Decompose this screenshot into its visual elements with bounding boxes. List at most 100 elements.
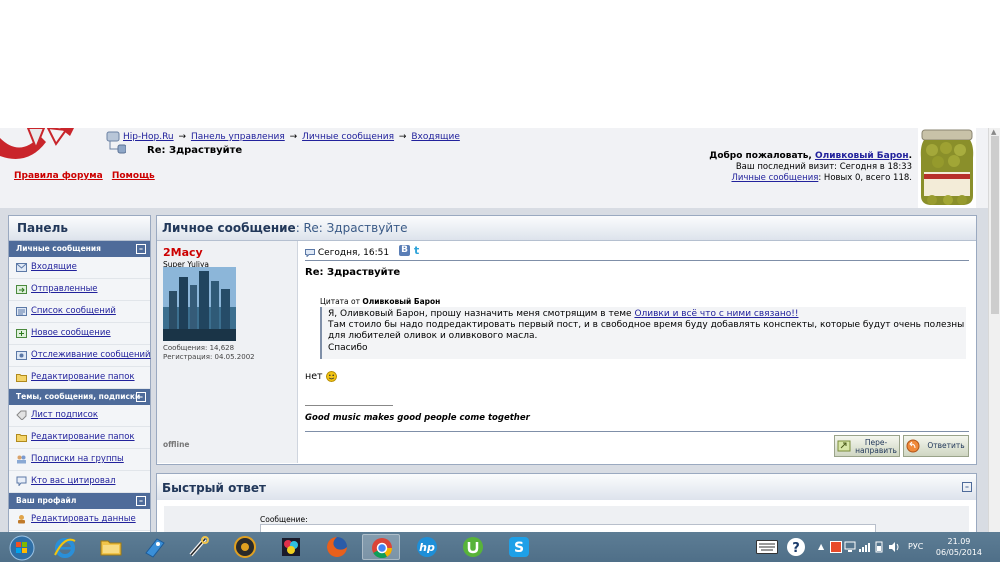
message-panel: Личное сообщение: Re: Здраствуйте 2Macy … bbox=[156, 215, 977, 465]
message-panel-title: Личное сообщение: Re: Здраствуйте bbox=[157, 216, 976, 241]
post-icon bbox=[305, 248, 315, 257]
volume-icon[interactable] bbox=[888, 541, 900, 553]
sidebar-link[interactable]: Подписки на группы bbox=[31, 454, 124, 464]
forward-icon bbox=[837, 440, 851, 452]
sidebar-link[interactable]: Отправленные bbox=[31, 284, 98, 294]
taskbar-app-blue[interactable] bbox=[136, 534, 174, 560]
collapse-icon[interactable]: – bbox=[136, 392, 146, 402]
taskbar-app-tools[interactable] bbox=[180, 534, 218, 560]
pm-link[interactable]: Личные сообщения bbox=[731, 173, 818, 183]
quote-topic-link[interactable]: Оливки и всё что с ними связано!! bbox=[634, 309, 798, 319]
profile-edit-icon bbox=[18, 515, 25, 524]
sidebar-item-new-message[interactable]: Новое сообщение bbox=[9, 323, 150, 345]
sidebar-item-sent[interactable]: Отправленные bbox=[9, 279, 150, 301]
reply-button[interactable]: Ответить bbox=[903, 435, 969, 457]
sidebar-item-inbox[interactable]: Входящие bbox=[9, 257, 150, 279]
reply-label: Ответить bbox=[927, 441, 965, 450]
breadcrumb-separator: → bbox=[289, 132, 298, 142]
sidebar-link[interactable]: Список сообщений bbox=[31, 306, 116, 316]
collapse-icon[interactable]: – bbox=[136, 496, 146, 506]
windows-taskbar: hp S ? ▲ РУС 21.09 06/05/2014 bbox=[0, 532, 1000, 562]
taskbar-app-media-player[interactable] bbox=[226, 534, 264, 560]
sidebar-link[interactable]: Редактирование папок bbox=[31, 432, 135, 442]
forum-logo bbox=[0, 128, 74, 159]
sidebar-link[interactable]: Входящие bbox=[31, 262, 77, 272]
language-indicator[interactable]: РУС bbox=[908, 542, 923, 551]
sidebar-link[interactable]: Редактировать данные bbox=[31, 514, 136, 524]
taskbar-app-skype[interactable]: S bbox=[500, 534, 538, 560]
folder-icon bbox=[16, 434, 27, 442]
quote-block: Я, Оливковый Барон, прошу назначить меня… bbox=[320, 307, 966, 359]
windows-start-icon bbox=[9, 535, 35, 561]
taskbar-app-utorrent[interactable] bbox=[454, 534, 492, 560]
author-name-link[interactable]: 2Macy bbox=[163, 246, 203, 259]
sidebar-link[interactable]: Отслеживание сообщений bbox=[31, 350, 151, 360]
page-scrollbar[interactable]: ▲ bbox=[988, 128, 1000, 532]
help-link[interactable]: Помощь bbox=[112, 171, 155, 181]
taskbar-clock[interactable]: 21.09 06/05/2014 bbox=[936, 536, 982, 558]
sidebar-section-pm[interactable]: Личные сообщения – bbox=[9, 241, 150, 257]
help-icon[interactable]: ? bbox=[786, 536, 806, 558]
breadcrumb: Hip-Hop.Ru → Панель управления → Личные … bbox=[123, 132, 460, 142]
section-title: Темы, сообщения, подписки bbox=[16, 392, 141, 401]
breadcrumb-link-site[interactable]: Hip-Hop.Ru bbox=[123, 132, 174, 142]
scroll-up-icon[interactable]: ▲ bbox=[991, 128, 996, 136]
sidebar-item-tracking[interactable]: Отслеживание сообщений bbox=[9, 345, 151, 367]
taskbar-app-chrome[interactable] bbox=[362, 534, 400, 560]
author-avatar bbox=[163, 267, 236, 341]
start-button[interactable] bbox=[2, 534, 40, 561]
sidebar-item-edit-folders-2[interactable]: Редактирование папок bbox=[9, 427, 150, 449]
battery-icon[interactable] bbox=[874, 541, 884, 553]
app-blue-icon bbox=[145, 538, 165, 558]
collapse-icon[interactable]: – bbox=[962, 482, 972, 492]
keyboard-icon[interactable] bbox=[756, 540, 778, 554]
twitter-share-icon[interactable]: t bbox=[414, 244, 419, 257]
taskbar-app-file-explorer[interactable] bbox=[92, 534, 130, 560]
breadcrumb-link-control-panel[interactable]: Панель управления bbox=[191, 132, 285, 142]
signal-icon[interactable] bbox=[858, 541, 870, 553]
speech-bubble-icon bbox=[16, 476, 27, 486]
tray-app-icon[interactable] bbox=[830, 541, 842, 553]
sidebar-item-edit-folders[interactable]: Редактирование папок bbox=[9, 367, 150, 389]
editor-toolbar[interactable] bbox=[260, 524, 876, 532]
collapse-icon[interactable]: – bbox=[136, 244, 146, 254]
post-body: нет bbox=[305, 371, 337, 382]
taskbar-app-internet-explorer[interactable] bbox=[46, 534, 84, 560]
quote-thanks: Спасибо bbox=[328, 342, 368, 353]
sidebar-item-subscriptions-list[interactable]: Лист подписок bbox=[9, 405, 150, 427]
breadcrumb-link-pm[interactable]: Личные сообщения bbox=[302, 132, 394, 142]
sidebar-item-edit-profile[interactable]: Редактировать данные bbox=[9, 509, 150, 531]
sidebar-section-profile[interactable]: Ваш профайл – bbox=[9, 493, 150, 509]
reply-icon bbox=[906, 439, 920, 453]
sidebar-section-subscriptions[interactable]: Темы, сообщения, подписки – bbox=[9, 389, 150, 405]
sidebar-item-group-subscriptions[interactable]: Подписки на группы bbox=[9, 449, 150, 471]
forward-button[interactable]: Пере-направить bbox=[834, 435, 900, 457]
pm-status: : Новых 0, всего 118. bbox=[818, 173, 912, 183]
section-title: Ваш профайл bbox=[16, 496, 77, 505]
panel-subtitle: : Re: Здраствуйте bbox=[295, 221, 408, 235]
sidebar-link[interactable]: Лист подписок bbox=[31, 410, 98, 420]
vk-share-icon[interactable]: В bbox=[399, 245, 410, 256]
sidebar-link[interactable]: Кто вас цитировал bbox=[31, 476, 116, 486]
tray-network-icon[interactable] bbox=[844, 541, 856, 553]
taskbar-app-colors[interactable] bbox=[272, 534, 310, 560]
inbox-icon bbox=[16, 263, 27, 272]
system-tray-right: РУС bbox=[872, 532, 932, 562]
tray-expand-icon[interactable]: ▲ bbox=[818, 542, 824, 551]
welcome-block: Добро пожаловать, Оливковый Барон. Ваш п… bbox=[709, 151, 912, 184]
forum-rules-link[interactable]: Правила форума bbox=[14, 171, 103, 181]
welcome-user-link[interactable]: Оливковый Барон bbox=[815, 151, 909, 161]
sidebar-item-quoted-you[interactable]: Кто вас цитировал bbox=[9, 471, 150, 493]
breadcrumb-link-inbox[interactable]: Входящие bbox=[411, 132, 460, 142]
sidebar-link[interactable]: Редактирование папок bbox=[31, 372, 135, 382]
media-player-icon bbox=[234, 536, 256, 558]
taskbar-app-hp[interactable]: hp bbox=[408, 534, 446, 560]
taskbar-app-firefox[interactable] bbox=[318, 534, 356, 560]
scrollbar-thumb[interactable] bbox=[991, 136, 999, 314]
sidebar-item-message-list[interactable]: Список сообщений bbox=[9, 301, 150, 323]
divider bbox=[305, 431, 969, 432]
chrome-icon bbox=[372, 538, 393, 559]
control-panel-sidebar: Панель управления Личные сообщения – Вход… bbox=[8, 215, 151, 532]
app-tools-icon bbox=[189, 536, 209, 557]
sidebar-link[interactable]: Новое сообщение bbox=[31, 328, 111, 338]
